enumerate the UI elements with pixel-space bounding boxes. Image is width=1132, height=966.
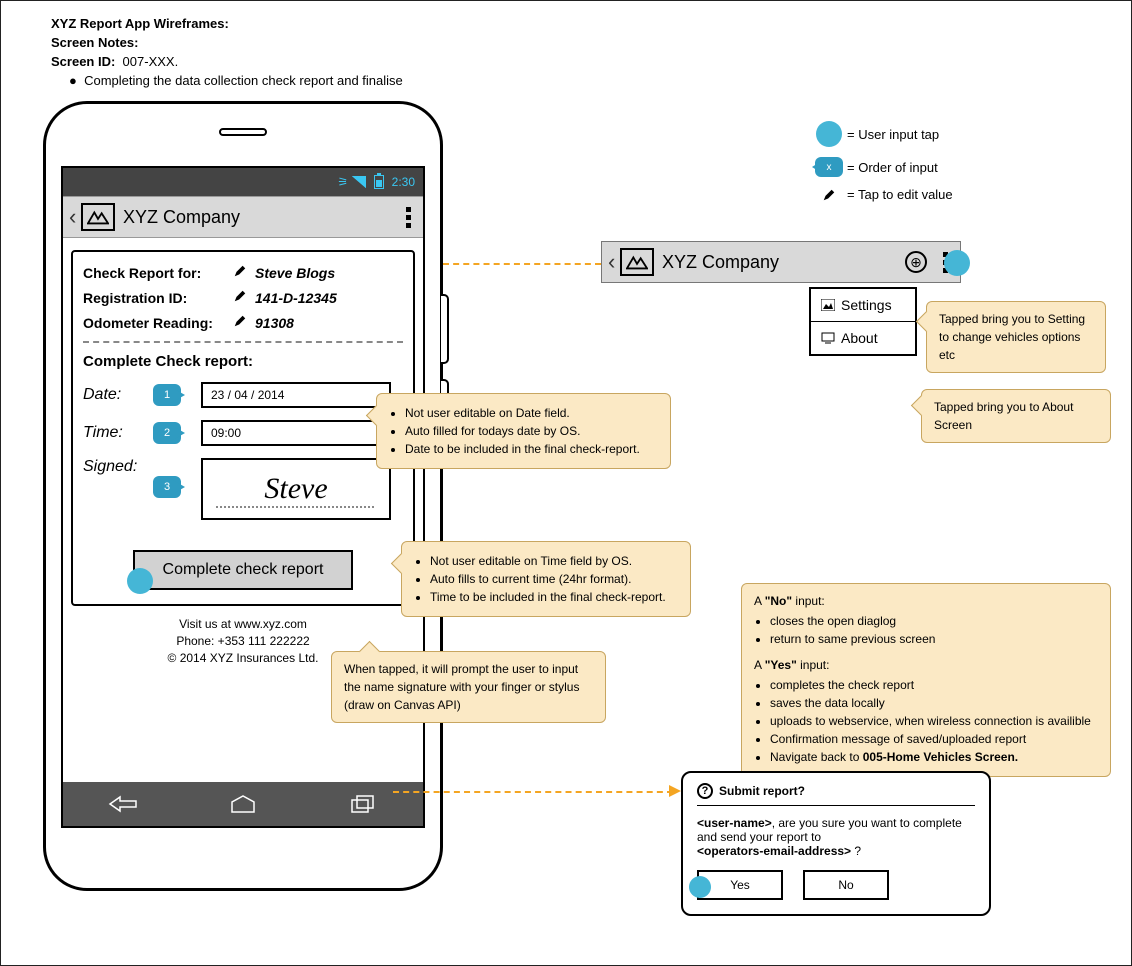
notes-bullet: ● Completing the data collection check r… xyxy=(69,72,403,91)
odometer-value: 91308 xyxy=(255,315,294,331)
phone-frame: ⚞ 2:30 ‹ XYZ Company Check Report for: xyxy=(43,101,443,891)
legend-order-label: = Order of input xyxy=(847,160,938,175)
report-for-label: Check Report for: xyxy=(83,265,233,281)
tap-indicator-icon xyxy=(689,876,711,898)
callout-about: Tapped bring you to About Screen xyxy=(921,389,1111,443)
question-icon: ? xyxy=(697,783,713,799)
time-input[interactable] xyxy=(201,420,391,446)
wifi-icon: ⚞ xyxy=(338,175,349,189)
nav-back-icon[interactable] xyxy=(103,793,143,815)
menu-item-settings[interactable]: Settings xyxy=(811,289,915,322)
pencil-icon[interactable] xyxy=(233,289,247,306)
nav-home-icon[interactable] xyxy=(223,793,263,815)
yes-lead: A "Yes" input: xyxy=(754,656,1098,674)
legend-tap-icon xyxy=(816,121,842,147)
odometer-label: Odometer Reading: xyxy=(83,315,233,331)
order-tag-2: 2 xyxy=(153,422,181,444)
callout-yesno: A "No" input: closes the open diaglog re… xyxy=(741,583,1111,777)
wireframe-notes: XYZ Report App Wireframes: Screen Notes:… xyxy=(51,15,403,90)
dialog-yes-button[interactable]: Yes xyxy=(697,870,783,900)
callout-time: Not user editable on Time field by OS. A… xyxy=(401,541,691,617)
android-nav-bar xyxy=(63,782,423,826)
complete-subtitle: Complete Check report: xyxy=(83,353,403,370)
no-lead: A "No" input: xyxy=(754,592,1098,610)
legend-order-icon: x xyxy=(815,157,843,177)
dialog-title: Submit report? xyxy=(719,784,805,798)
tap-indicator-icon xyxy=(127,568,153,594)
tap-indicator-icon xyxy=(944,250,970,276)
registration-value: 141-D-12345 xyxy=(255,290,337,306)
dialog-no-button[interactable]: No xyxy=(803,870,889,900)
menu-item-about[interactable]: About xyxy=(811,322,915,354)
status-bar: ⚞ 2:30 xyxy=(63,168,423,196)
callout-settings: Tapped bring you to Setting to change ve… xyxy=(926,301,1106,373)
app-bar: ‹ XYZ Company xyxy=(63,196,423,238)
time-label: Time: xyxy=(83,424,153,442)
globe-icon[interactable]: ⊕ xyxy=(905,251,927,273)
report-panel: Check Report for: Steve Blogs Registrati… xyxy=(71,250,415,606)
report-for-value: Steve Blogs xyxy=(255,265,335,281)
pencil-icon[interactable] xyxy=(233,314,247,331)
signature-input[interactable]: Steve xyxy=(201,458,391,520)
submit-dialog: ? Submit report? <user-name>, are you su… xyxy=(681,771,991,916)
legend-edit-label: = Tap to edit value xyxy=(847,187,953,202)
back-chevron-icon[interactable]: ‹ xyxy=(69,204,81,230)
callout-date: Not user editable on Date field. Auto fi… xyxy=(376,393,671,469)
legend: = User input tap x = Order of input = Ta… xyxy=(811,121,953,212)
legend-tap-label: = User input tap xyxy=(847,127,939,142)
signal-icon xyxy=(352,176,366,188)
notes-title: XYZ Report App Wireframes: xyxy=(51,15,403,34)
overflow-menu-icon[interactable] xyxy=(402,207,414,228)
nav-recent-icon[interactable] xyxy=(343,793,383,815)
logo-icon[interactable] xyxy=(81,203,115,231)
dialog-body: <user-name>, are you sure you want to co… xyxy=(697,816,975,858)
order-tag-3: 3 xyxy=(153,476,181,498)
status-time: 2:30 xyxy=(392,175,415,189)
battery-icon xyxy=(374,175,384,189)
overflow-menu: Settings About xyxy=(809,287,917,356)
pencil-icon[interactable] xyxy=(233,264,247,281)
app-title: XYZ Company xyxy=(123,207,402,228)
monitor-icon xyxy=(821,332,835,344)
order-tag-1: 1 xyxy=(153,384,181,406)
app-title: XYZ Company xyxy=(662,252,905,273)
callout-signature: When tapped, it will prompt the user to … xyxy=(331,651,606,723)
date-label: Date: xyxy=(83,386,153,404)
legend-edit-icon xyxy=(811,188,847,202)
screen-id-value: 007-XXX. xyxy=(123,54,179,69)
date-input[interactable] xyxy=(201,382,391,408)
screen-id-label: Screen ID: xyxy=(51,54,115,69)
footer-visit: Visit us at www.xyz.com xyxy=(71,616,415,633)
logo-icon[interactable] xyxy=(620,248,654,276)
back-chevron-icon[interactable]: ‹ xyxy=(608,249,620,275)
complete-report-button[interactable]: Complete check report xyxy=(133,550,353,590)
notes-subtitle: Screen Notes: xyxy=(51,34,403,53)
secondary-app-bar: ‹ XYZ Company ⊕ xyxy=(601,241,961,283)
registration-label: Registration ID: xyxy=(83,290,233,306)
signed-label: Signed: xyxy=(83,458,153,476)
image-icon xyxy=(821,299,835,311)
